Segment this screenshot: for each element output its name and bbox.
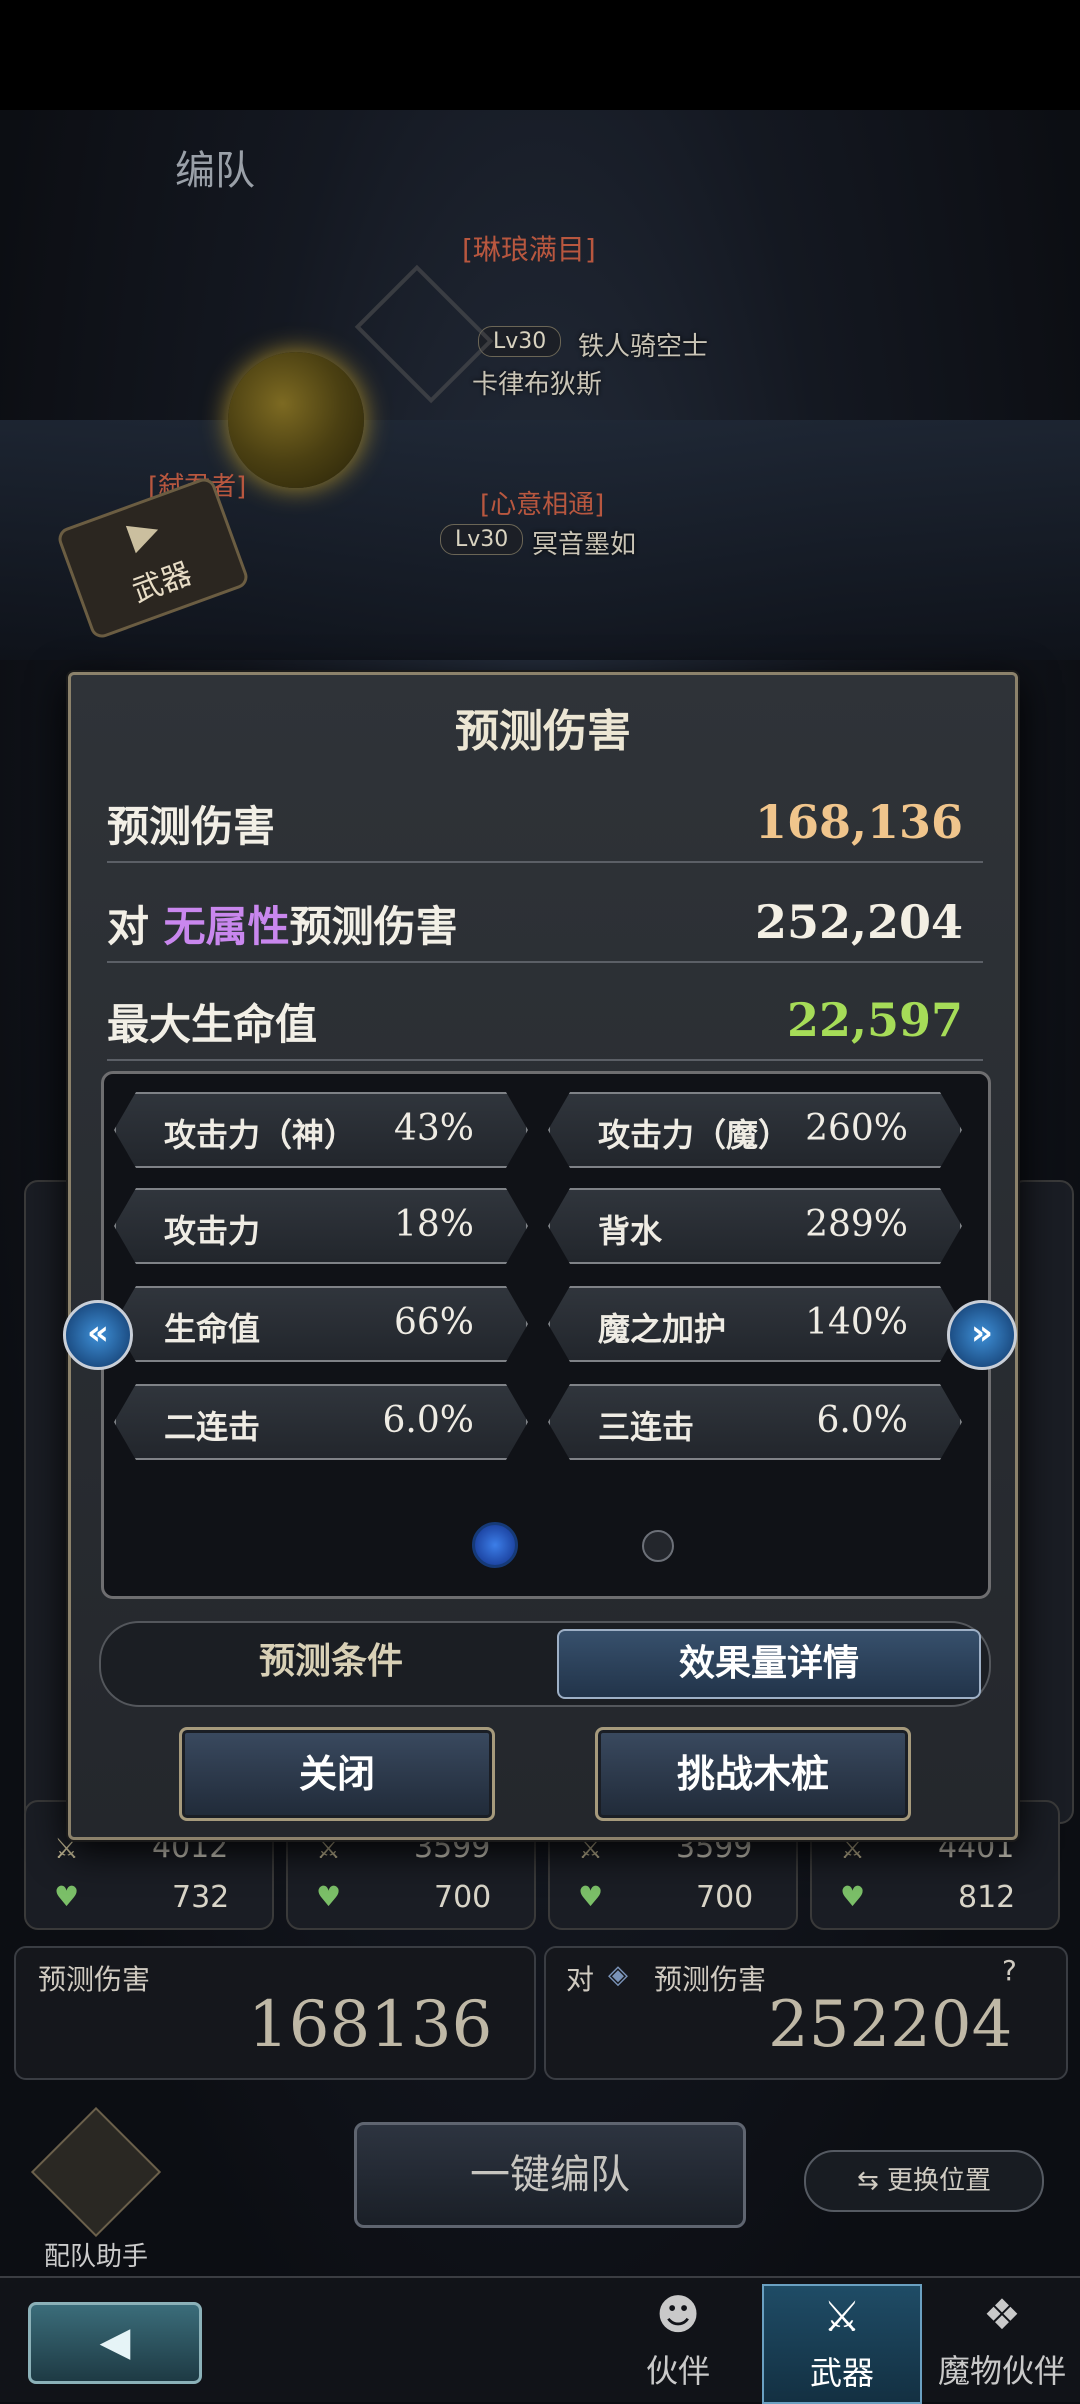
stat-row-vs-element: 对 无属性预测伤害 252,204	[107, 875, 983, 963]
status-bar	[0, 0, 1080, 110]
character-level-badge-mid: Lv30	[440, 524, 524, 555]
character-name: 铁人骑空士	[578, 332, 709, 362]
stat-label-prefix: 对	[107, 902, 150, 951]
swap-position-button[interactable]: ⇆ 更换位置	[804, 2150, 1044, 2212]
prediction-vs-prefix: 对	[566, 1963, 595, 1996]
help-icon[interactable]: ?	[1002, 1954, 1017, 1987]
effect-item: 三连击 6.0%	[548, 1384, 962, 1460]
stat-label: 预测伤害	[107, 802, 276, 851]
prediction-value: 168136	[248, 1988, 493, 2062]
effect-item: 魔之加护 140%	[548, 1286, 962, 1362]
gear-icon	[30, 2106, 162, 2238]
hp-value: 812	[958, 1880, 1016, 1915]
effect-value: 140%	[805, 1302, 908, 1343]
effect-value: 289%	[805, 1204, 908, 1245]
effect-name: 背水	[598, 1212, 663, 1250]
one-click-formation-button[interactable]: 一键编队	[354, 2122, 746, 2228]
prediction-vs-panel: 对 ◈ 预测伤害 ? 252204	[544, 1946, 1068, 2080]
damage-prediction-dialog: 预测伤害 预测伤害 168,136 对 无属性预测伤害 252,204 最大生命…	[63, 672, 1018, 1840]
person-icon: ☻	[656, 2290, 700, 2339]
prediction-vs-value: 252204	[768, 1988, 1013, 2062]
stat-label: 最大生命值	[107, 1000, 318, 1049]
next-page-arrow-icon[interactable]: »	[947, 1300, 1017, 1370]
effect-item: 攻击力（魔） 260%	[548, 1092, 962, 1168]
weapon-badge-label: 武器	[127, 556, 197, 610]
effect-name: 三连击	[598, 1408, 695, 1446]
effect-value: 43%	[393, 1108, 474, 1149]
effect-item: 二连击 6.0%	[114, 1384, 528, 1460]
right-card-edge[interactable]	[1010, 1180, 1074, 1824]
effect-name: 攻击力（神）	[164, 1116, 357, 1154]
helper-label: 配队助手	[43, 2242, 148, 2272]
effect-value: 18%	[393, 1204, 474, 1245]
heart-icon: ♥	[840, 1880, 866, 1913]
heart-icon: ♥	[316, 1880, 342, 1913]
stat-value: 252,204	[754, 895, 963, 949]
effect-item: 攻击力 18%	[114, 1188, 528, 1264]
prediction-vs-label: 预测伤害	[654, 1963, 767, 1996]
hp-value: 732	[172, 1880, 230, 1915]
effect-value: 260%	[805, 1108, 908, 1149]
tab-prediction-conditions[interactable]: 预测条件	[121, 1629, 541, 1695]
stat-value: 22,597	[786, 993, 963, 1047]
heart-icon: ♥	[578, 1880, 604, 1913]
effect-name: 攻击力（魔）	[598, 1116, 791, 1154]
effect-item: 攻击力（神） 43%	[114, 1092, 528, 1168]
nav-tab-label: 魔物伙伴	[937, 2352, 1066, 2390]
nav-tab-monster[interactable]: ❖ 魔物伙伴	[924, 2284, 1080, 2400]
nav-tab-label: 伙伴	[645, 2352, 710, 2390]
monster-icon: ❖	[983, 2290, 1021, 2339]
effect-detail-panel: 攻击力（神） 43% 攻击力（魔） 260% 攻击力 18% 背水 289% 生…	[101, 1071, 991, 1599]
level-text-mid: Lv30	[440, 524, 524, 555]
effect-name: 攻击力	[164, 1212, 261, 1250]
swap-label: 更换位置	[887, 2166, 992, 2196]
effect-item: 生命值 66%	[114, 1286, 528, 1362]
tab-effect-details[interactable]: 效果量详情	[557, 1629, 981, 1699]
nav-tab-label: 武器	[809, 2354, 874, 2392]
effect-value: 66%	[393, 1302, 474, 1343]
dialog-tab-bar: 预测条件 效果量详情	[99, 1621, 991, 1707]
character-name-mid: 冥音墨如	[532, 530, 637, 560]
nav-tab-weapon[interactable]: ⚔ 武器	[762, 2284, 922, 2404]
stat-label: 对 无属性预测伤害	[107, 893, 458, 954]
stat-row-predicted: 预测伤害 168,136	[107, 775, 983, 863]
character-subname: 卡律布狄斯	[472, 370, 603, 400]
page-title: 编队	[175, 148, 255, 194]
challenge-dummy-button[interactable]: 挑战木桩	[595, 1727, 911, 1821]
character-title-mid: [心意相通]	[480, 490, 605, 520]
effect-name: 二连击	[164, 1408, 261, 1446]
nav-tab-partner[interactable]: ☻ 伙伴	[600, 2284, 756, 2400]
effect-item: 背水 289%	[548, 1188, 962, 1264]
back-arrow-icon: ◀	[99, 2319, 131, 2365]
team-helper-button[interactable]: 配队助手	[30, 2106, 162, 2273]
heart-icon: ♥	[54, 1880, 80, 1913]
close-button[interactable]: 关闭	[179, 1727, 495, 1821]
effect-value: 6.0%	[816, 1400, 908, 1441]
back-button[interactable]: ◀	[28, 2302, 202, 2384]
effect-name: 生命值	[164, 1310, 261, 1348]
stat-row-max-hp: 最大生命值 22,597	[107, 973, 983, 1061]
hp-value: 700	[696, 1880, 754, 1915]
stat-label-suffix: 预测伤害	[289, 902, 458, 951]
prev-page-arrow-icon[interactable]: «	[63, 1300, 133, 1370]
swords-icon: ⚔	[823, 2292, 861, 2341]
effect-value: 6.0%	[382, 1400, 474, 1441]
element-icon: ◈	[608, 1960, 628, 1990]
hp-value: 700	[434, 1880, 492, 1915]
glowing-orb[interactable]	[228, 352, 364, 488]
character-title: [琳琅满目]	[462, 233, 596, 266]
dialog-title: 预测伤害	[455, 706, 631, 757]
page-indicator-active[interactable]	[472, 1522, 518, 1568]
swap-icon: ⇆	[856, 2166, 888, 2196]
effect-name: 魔之加护	[598, 1310, 727, 1348]
stat-value: 168,136	[754, 795, 963, 849]
page-indicator[interactable]	[642, 1530, 674, 1562]
prediction-panel: 预测伤害 168136	[14, 1946, 536, 2080]
prediction-label: 预测伤害	[38, 1963, 151, 1996]
element-highlight: 无属性	[163, 902, 290, 951]
